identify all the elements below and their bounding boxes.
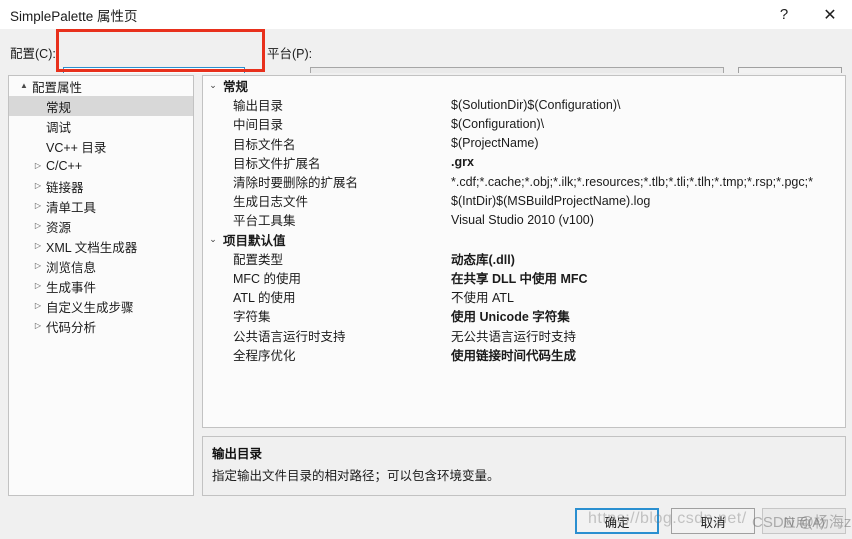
sidebar-item-label: 链接器 bbox=[46, 180, 84, 195]
expander-closed-icon[interactable]: ▷ bbox=[31, 302, 45, 310]
property-value[interactable]: 在共享 DLL 中使用 MFC bbox=[451, 268, 588, 287]
property-category-header[interactable]: ⌄ 项目默认值 bbox=[203, 230, 845, 249]
property-value[interactable]: .grx bbox=[451, 155, 474, 169]
sidebar-item-label: 清单工具 bbox=[46, 200, 97, 215]
property-name: 公共语言运行时支持 bbox=[233, 329, 346, 344]
property-value[interactable]: 动态库(.dll) bbox=[451, 249, 515, 268]
sidebar-item-label: 配置属性 bbox=[32, 80, 83, 95]
property-name: 中间目录 bbox=[233, 118, 284, 133]
property-category-header[interactable]: ⌄ 常规 bbox=[203, 76, 845, 95]
property-name: MFC 的使用 bbox=[233, 271, 302, 286]
expander-closed-icon[interactable]: ▷ bbox=[31, 182, 45, 190]
property-name: 配置类型 bbox=[233, 252, 284, 267]
description-title: 输出目录 bbox=[212, 447, 263, 461]
property-row[interactable]: 目标文件名 $(ProjectName) bbox=[203, 134, 845, 153]
sidebar-item-9[interactable]: ▷ 浏览信息 bbox=[9, 256, 193, 276]
property-row[interactable]: 中间目录 $(Configuration)\ bbox=[203, 114, 845, 133]
expander-closed-icon[interactable]: ▷ bbox=[31, 242, 45, 250]
property-row[interactable]: ATL 的使用 不使用 ATL bbox=[203, 287, 845, 306]
configuration-label: 配置(C): bbox=[10, 47, 56, 61]
property-value[interactable]: $(ProjectName) bbox=[451, 136, 539, 150]
dialog-body: ▲ 配置属性 常规 调试 VC++ 目录 ▷ C/C++ ▷ 链接器 ▷ 清单工具 ▷ 资源 ▷ XML 文… bbox=[0, 73, 852, 500]
sidebar-item-label: XML 文档生成器 bbox=[46, 240, 138, 255]
property-value[interactable]: 使用链接时间代码生成 bbox=[451, 345, 576, 364]
property-row[interactable]: 平台工具集 Visual Studio 2010 (v100) bbox=[203, 210, 845, 229]
properties-grid[interactable]: ⌄ 常规 输出目录 $(SolutionDir)$(Configuration)\ 中间… bbox=[202, 75, 846, 428]
property-name: 输出目录 bbox=[233, 99, 284, 114]
property-name: 生成日志文件 bbox=[233, 195, 309, 210]
property-value[interactable]: $(IntDir)$(MSBuildProjectName).log bbox=[451, 194, 650, 208]
property-name: 目标文件名 bbox=[233, 137, 296, 152]
property-row[interactable]: MFC 的使用 在共享 DLL 中使用 MFC bbox=[203, 268, 845, 287]
property-name: 清除时要删除的扩展名 bbox=[233, 176, 359, 191]
title-bar: SimplePalette 属性页 ? ✕ bbox=[0, 0, 852, 29]
expander-open-icon[interactable]: ▲ bbox=[17, 82, 31, 90]
property-category-title: 项目默认值 bbox=[223, 233, 286, 248]
property-value[interactable]: $(SolutionDir)$(Configuration)\ bbox=[451, 98, 621, 112]
sidebar-item-6[interactable]: ▷ 清单工具 bbox=[9, 196, 193, 216]
property-row[interactable]: 字符集 使用 Unicode 字符集 bbox=[203, 306, 845, 325]
property-value[interactable]: 无公共语言运行时支持 bbox=[451, 326, 576, 345]
property-value[interactable]: Visual Studio 2010 (v100) bbox=[451, 213, 594, 227]
chevron-down-icon[interactable]: ⌄ bbox=[203, 234, 223, 244]
expander-closed-icon[interactable]: ▷ bbox=[31, 282, 45, 290]
cancel-button[interactable]: 取消 bbox=[671, 508, 755, 534]
apply-button: 应用(A) bbox=[762, 508, 846, 534]
ok-button[interactable]: 确定 bbox=[575, 508, 659, 534]
sidebar-item-label: 浏览信息 bbox=[46, 260, 97, 275]
property-row[interactable]: 目标文件扩展名 .grx bbox=[203, 153, 845, 172]
configuration-toolbar: 配置(C): Release ⌄ 平台(P): Win32 ⌄ 配置管理器(O)… bbox=[0, 29, 852, 92]
page-title: SimplePalette 属性页 bbox=[10, 9, 138, 24]
property-name: 平台工具集 bbox=[233, 214, 296, 229]
sidebar-item-label: VC++ 目录 bbox=[46, 140, 107, 155]
sidebar-item-label: 代码分析 bbox=[46, 320, 97, 335]
sidebar-item-label: C/C++ bbox=[46, 159, 83, 173]
property-name: 目标文件扩展名 bbox=[233, 156, 321, 171]
property-row[interactable]: 全程序优化 使用链接时间代码生成 bbox=[203, 345, 845, 364]
dialog-footer: 确定 取消 应用(A) bbox=[0, 500, 852, 539]
sidebar-item-12[interactable]: ▷ 代码分析 bbox=[9, 316, 193, 336]
sidebar-item-1[interactable]: 常规 bbox=[9, 96, 193, 116]
sidebar-item-10[interactable]: ▷ 生成事件 bbox=[9, 276, 193, 296]
property-category-title: 常规 bbox=[223, 80, 249, 95]
sidebar-item-2[interactable]: 调试 bbox=[9, 116, 193, 136]
help-icon[interactable]: ? bbox=[762, 0, 806, 29]
sidebar-item-0[interactable]: ▲ 配置属性 bbox=[9, 76, 193, 96]
property-name: ATL 的使用 bbox=[233, 291, 296, 306]
property-value[interactable]: 使用 Unicode 字符集 bbox=[451, 306, 570, 325]
sidebar-item-5[interactable]: ▷ 链接器 bbox=[9, 176, 193, 196]
sidebar-item-7[interactable]: ▷ 资源 bbox=[9, 216, 193, 236]
sidebar-item-8[interactable]: ▷ XML 文档生成器 bbox=[9, 236, 193, 256]
property-name: 字符集 bbox=[233, 310, 271, 325]
description-text: 指定输出文件目录的相对路径；可以包含环境变量。 bbox=[212, 469, 500, 483]
expander-closed-icon[interactable]: ▷ bbox=[31, 202, 45, 210]
chevron-down-icon[interactable]: ⌄ bbox=[203, 81, 223, 90]
sidebar-item-label: 生成事件 bbox=[46, 280, 97, 295]
sidebar-item-label: 常规 bbox=[46, 100, 72, 115]
expander-closed-icon[interactable]: ▷ bbox=[31, 262, 45, 270]
property-value[interactable]: $(Configuration)\ bbox=[451, 117, 544, 131]
sidebar-item-label: 资源 bbox=[46, 220, 72, 235]
sidebar-item-11[interactable]: ▷ 自定义生成步骤 bbox=[9, 296, 193, 316]
expander-closed-icon[interactable]: ▷ bbox=[31, 162, 45, 170]
expander-closed-icon[interactable]: ▷ bbox=[31, 322, 45, 330]
property-value[interactable]: 不使用 ATL bbox=[451, 287, 514, 306]
property-row[interactable]: 配置类型 动态库(.dll) bbox=[203, 249, 845, 268]
property-row[interactable]: 公共语言运行时支持 无公共语言运行时支持 bbox=[203, 325, 845, 344]
sidebar-item-label: 自定义生成步骤 bbox=[46, 300, 134, 315]
sidebar-item-4[interactable]: ▷ C/C++ bbox=[9, 156, 193, 176]
property-name: 全程序优化 bbox=[233, 348, 296, 363]
property-value[interactable]: *.cdf;*.cache;*.obj;*.ilk;*.resources;*.… bbox=[451, 175, 813, 189]
property-row[interactable]: 清除时要删除的扩展名 *.cdf;*.cache;*.obj;*.ilk;*.re… bbox=[203, 172, 845, 191]
properties-tree[interactable]: ▲ 配置属性 常规 调试 VC++ 目录 ▷ C/C++ ▷ 链接器 ▷ 清单工具 ▷ 资源 ▷ XML 文… bbox=[8, 75, 194, 496]
sidebar-item-3[interactable]: VC++ 目录 bbox=[9, 136, 193, 156]
description-panel: 输出目录 指定输出文件目录的相对路径；可以包含环境变量。 bbox=[202, 436, 846, 496]
property-row[interactable]: 输出目录 $(SolutionDir)$(Configuration)\ bbox=[203, 95, 845, 114]
close-icon[interactable]: ✕ bbox=[808, 0, 852, 29]
expander-closed-icon[interactable]: ▷ bbox=[31, 222, 45, 230]
property-row[interactable]: 生成日志文件 $(IntDir)$(MSBuildProjectName).log bbox=[203, 191, 845, 210]
platform-label: 平台(P): bbox=[267, 47, 313, 61]
sidebar-item-label: 调试 bbox=[46, 120, 72, 135]
